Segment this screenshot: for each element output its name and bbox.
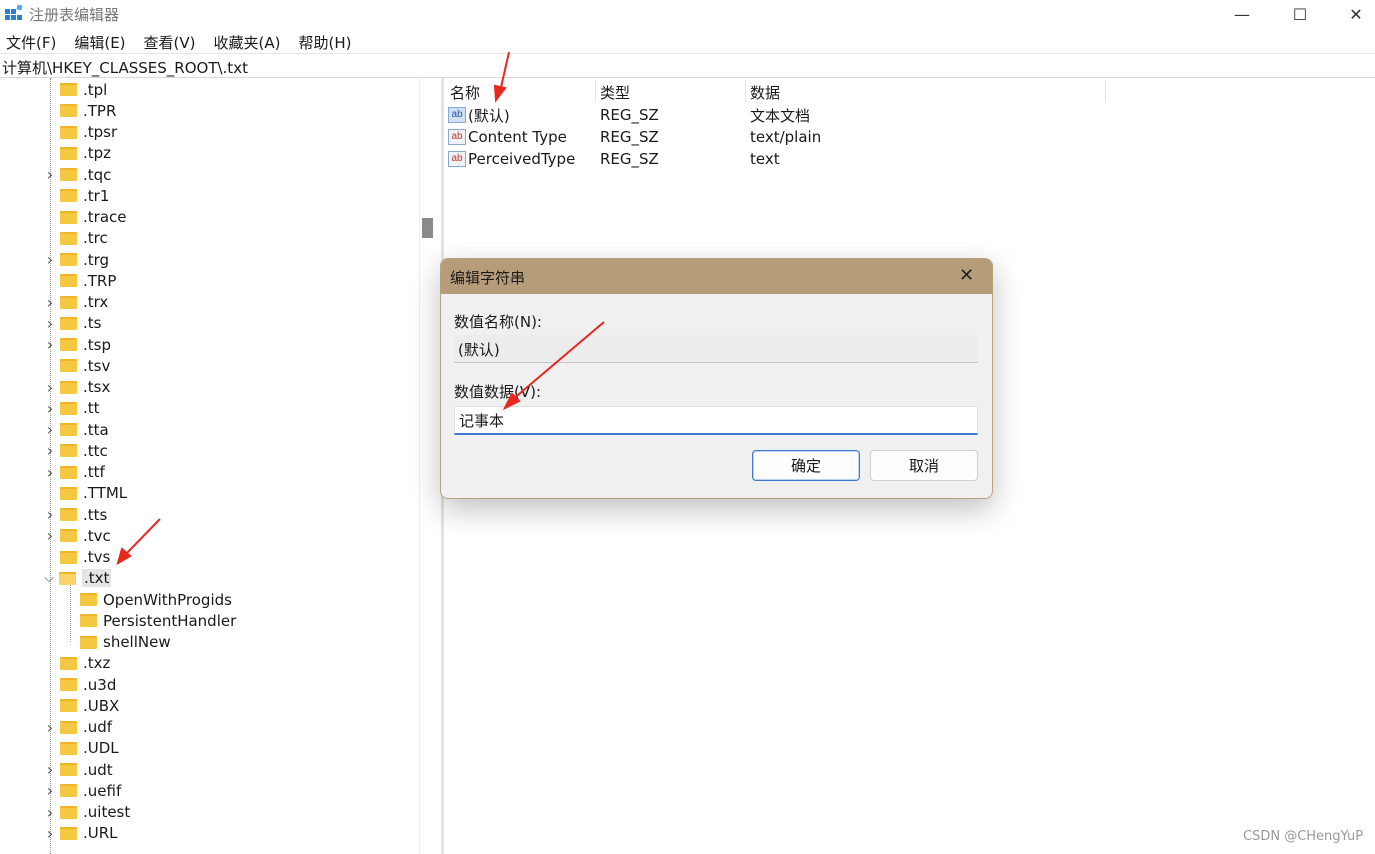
annotation-arrow [511,321,605,401]
watermark-text: CSDN @CHengYuP [1243,829,1364,844]
annotation-arrow [499,51,510,93]
annotation-arrows [116,51,605,566]
annotation-arrowhead [493,84,507,103]
annotation-arrow [123,518,161,557]
